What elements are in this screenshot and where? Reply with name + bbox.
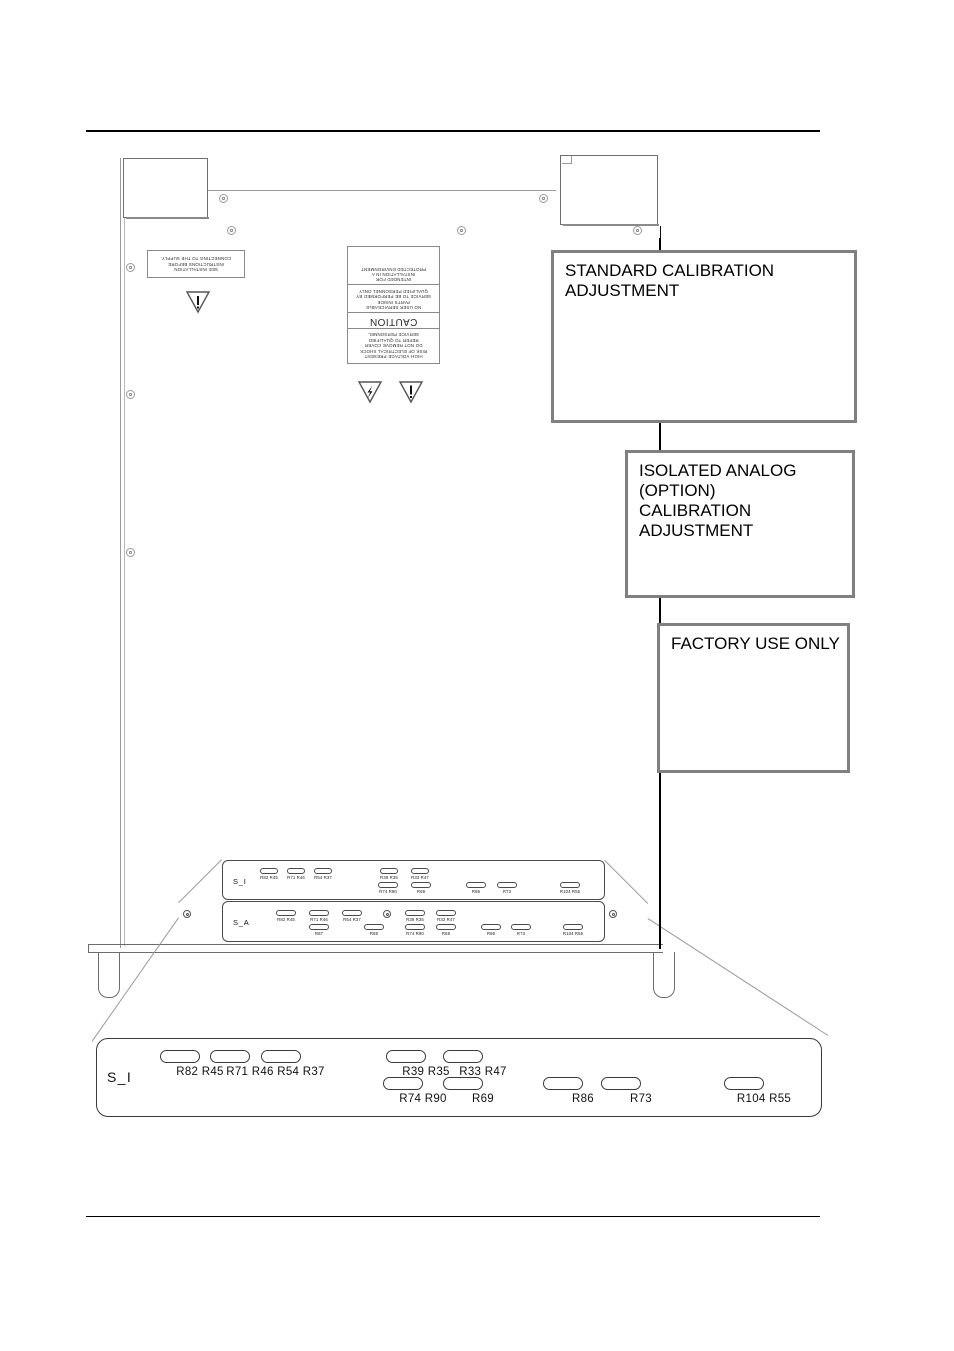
screw-marker (633, 226, 642, 235)
callout-factory-text: FACTORY USE ONLY (671, 634, 840, 653)
adjustment-caption: R69 (472, 1093, 494, 1105)
screw-marker (609, 910, 617, 918)
adjustment-slot[interactable] (386, 1050, 426, 1063)
adjustment-slot[interactable] (563, 924, 583, 930)
adjustment-slot[interactable] (466, 882, 486, 888)
adjustment-slot[interactable] (411, 868, 429, 874)
callout-standard-text: STANDARD CALIBRATION ADJUSTMENT (565, 261, 775, 300)
adjustment-slot[interactable] (511, 924, 531, 930)
adjustment-slot[interactable] (210, 1050, 250, 1063)
adjustment-slot[interactable] (497, 882, 517, 888)
adjustment-slot[interactable] (378, 882, 398, 888)
adjustment-slot[interactable] (405, 924, 425, 930)
decal-caution-service: NO USER SERVICEABLE PARTS INSIDE SERVICE… (348, 284, 439, 312)
adjustment-caption: R69 (416, 889, 426, 894)
adjustment-slot[interactable] (364, 924, 384, 930)
chassis-top-right-module (560, 155, 659, 226)
adjustment-caption: R73 (516, 931, 526, 936)
adjustment-slot[interactable] (724, 1077, 764, 1090)
adjustment-slot[interactable] (309, 910, 329, 916)
adjustment-slot[interactable] (405, 910, 425, 916)
magnification-leader (178, 859, 222, 904)
callout-leader-segment (659, 596, 661, 626)
detail-panel-s-a-label: S_A (233, 918, 250, 927)
adjustment-caption: R104 R55 (559, 889, 581, 894)
screw-marker (126, 390, 135, 399)
adjustment-slot[interactable] (411, 882, 431, 888)
warning-exclamation-triangle-icon (398, 380, 424, 404)
adjustment-caption: R33 R47 (437, 917, 455, 922)
adjustment-slot[interactable] (560, 882, 580, 888)
adjustment-slot[interactable] (481, 924, 501, 930)
callout-isolated-analog-calibration: ISOLATED ANALOG (OPTION) CALIBRATION ADJ… (625, 450, 855, 598)
adjustment-caption: R73 (630, 1093, 652, 1105)
chassis-top-edge (208, 190, 556, 191)
screw-marker (183, 910, 191, 918)
adjustment-caption: R73 (502, 889, 512, 894)
warning-exclamation-triangle-icon (185, 290, 211, 314)
adjustment-caption: R87 (314, 931, 324, 936)
adjustment-caption: R69 (441, 931, 451, 936)
adjustment-slot[interactable] (443, 1050, 483, 1063)
chassis-left-edge (120, 158, 121, 948)
adjustment-slot[interactable] (287, 868, 305, 874)
adjustment-slot[interactable] (380, 868, 398, 874)
chassis-base-top (88, 944, 663, 945)
detail-panel-s-i: S_I R82 R45 R71 R46 R54 R37 R39 R35 R33 … (222, 860, 605, 900)
adjustment-caption: R54 R37 (277, 1066, 325, 1078)
adjustment-slot[interactable] (383, 1077, 423, 1090)
screw-marker (383, 910, 391, 918)
callout-isolated-text: ISOLATED ANALOG (OPTION) CALIBRATION ADJ… (639, 461, 797, 540)
header-rule (86, 130, 820, 132)
decal-caution-environment: INTENDED FOR INSTALLATION IN A PROTECTED… (361, 266, 426, 283)
adjustment-slot[interactable] (260, 868, 278, 874)
magnification-leader (604, 860, 649, 904)
chassis-foot-right (653, 952, 675, 998)
footer-rule (86, 1216, 820, 1217)
adjustment-slot[interactable] (261, 1050, 301, 1063)
screw-marker (539, 194, 548, 203)
adjustment-slot[interactable] (160, 1050, 200, 1063)
decal-caution-label: HIGH VOLTAGE PRESENT RISK OF ELECTRICAL … (347, 246, 440, 364)
screw-marker (219, 194, 228, 203)
callout-standard-calibration: STANDARD CALIBRATION ADJUSTMENT (551, 250, 857, 423)
callout-leader-segment (659, 771, 661, 949)
screw-marker (457, 226, 466, 235)
warning-electric-shock-triangle-icon (357, 380, 383, 404)
decal-caution-high-voltage: HIGH VOLTAGE PRESENT RISK OF ELECTRICAL … (348, 327, 439, 363)
decal-caution-title: CAUTION (348, 311, 439, 328)
adjustment-slot[interactable] (436, 924, 456, 930)
chassis-base-left-cap (88, 944, 89, 952)
adjustment-slot[interactable] (342, 910, 362, 916)
chassis-top-right-notch-edge (571, 156, 572, 164)
adjustment-slot[interactable] (436, 910, 456, 916)
screw-marker (227, 226, 236, 235)
adjustment-caption: R54 R37 (314, 875, 332, 880)
adjustment-slot[interactable] (601, 1077, 641, 1090)
chassis-base-bottom (88, 952, 663, 953)
adjustment-caption: R104 R55 (562, 931, 584, 936)
screw-marker (126, 263, 135, 272)
chassis-left-edge-inner (124, 158, 125, 946)
decal-supply-instructions: SEE INSTALLATION INSTRUCTIONS BEFORE CON… (147, 250, 245, 278)
adjustment-slot[interactable] (276, 910, 296, 916)
adjustment-slot[interactable] (543, 1077, 583, 1090)
adjustment-caption: R104 R55 (736, 1093, 792, 1105)
adjustment-caption: R33 R47 (411, 875, 429, 880)
callout-leader-segment (659, 421, 661, 452)
adjustment-caption: R54 R37 (343, 917, 361, 922)
chassis-top-left-module (123, 158, 209, 219)
illustration-page: SEE INSTALLATION INSTRUCTIONS BEFORE CON… (0, 0, 954, 1351)
screw-marker (126, 548, 135, 557)
adjustment-slot[interactable] (309, 924, 329, 930)
adjustment-slot[interactable] (443, 1077, 483, 1090)
adjustment-slot[interactable] (314, 868, 332, 874)
chassis-foot-left (98, 952, 120, 998)
detail-panel-s-a: S_A R82 R45 R71 R46 R54 R37 R39 R35 R33 … (222, 901, 605, 942)
decal-supply-text: SEE INSTALLATION INSTRUCTIONS BEFORE CON… (160, 256, 232, 272)
enlarged-panel-label: S_I (107, 1069, 133, 1085)
callout-factory-use-only: FACTORY USE ONLY (657, 623, 850, 773)
